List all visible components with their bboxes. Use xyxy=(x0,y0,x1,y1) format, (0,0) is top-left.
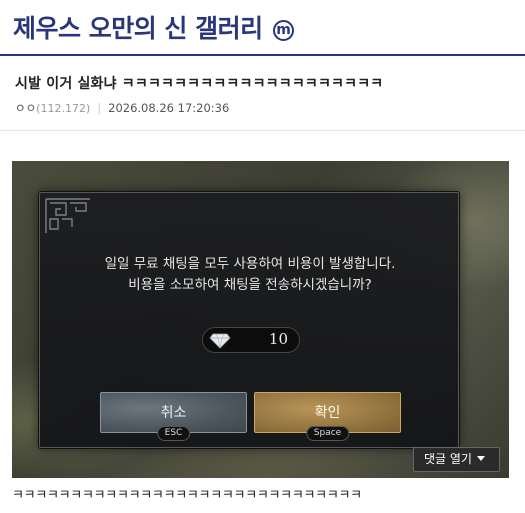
author-ip: (112.172) xyxy=(36,102,91,115)
confirm-button-label: 확인 xyxy=(314,405,341,421)
post-image: 일일 무료 채팅을 모두 사용하여 비용이 발생합니다. 비용을 소모하여 채팅… xyxy=(12,161,509,478)
cost-value: 10 xyxy=(268,330,288,348)
dialog-message: 일일 무료 채팅을 모두 사용하여 비용이 발생합니다. 비용을 소모하여 채팅… xyxy=(40,254,460,296)
cost-display: 10 xyxy=(202,327,300,353)
caret-down-icon xyxy=(476,456,485,461)
post-body-text: ㅋㅋㅋㅋㅋㅋㅋㅋㅋㅋㅋㅋㅋㅋㅋㅋㅋㅋㅋㅋㅋㅋㅋㅋㅋㅋㅋㅋㅋㅋ xyxy=(12,488,362,503)
gallery-title-text: 제우스 오만의 신 갤러리 xyxy=(13,14,263,43)
diamond-icon xyxy=(209,333,231,349)
post-meta: ㅇㅇ(112.172) | 2026.08.26 17:20:36 xyxy=(15,100,229,116)
game-dialog: 일일 무료 채팅을 모두 사용하여 비용이 발생합니다. 비용을 소모하여 채팅… xyxy=(39,192,459,448)
ornament-icon xyxy=(45,198,90,233)
dialog-message-line-2: 비용을 소모하여 채팅을 전송하시겠습니까? xyxy=(128,277,372,293)
confirm-button[interactable]: 확인 Space xyxy=(254,392,401,441)
open-comments-label: 댓글 열기 xyxy=(424,452,472,466)
author-name[interactable]: ㅇㅇ xyxy=(15,101,36,115)
cancel-button[interactable]: 취소 ESC xyxy=(100,392,247,441)
cancel-key-hint: ESC xyxy=(156,426,191,441)
open-comments-button[interactable]: 댓글 열기 xyxy=(413,447,500,472)
post-title: 시발 이거 실화냐 ㅋㅋㅋㅋㅋㅋㅋㅋㅋㅋㅋㅋㅋㅋㅋㅋㅋㅋㅋㅋ xyxy=(15,76,384,92)
meta-divider xyxy=(0,130,525,131)
meta-separator: | xyxy=(97,101,102,115)
gallery-header: 제우스 오만의 신 갤러리 m xyxy=(0,0,525,56)
gallery-title[interactable]: 제우스 오만의 신 갤러리 m xyxy=(13,9,294,45)
dialog-message-line-1: 일일 무료 채팅을 모두 사용하여 비용이 발생합니다. xyxy=(104,256,396,272)
post-date: 2026.08.26 17:20:36 xyxy=(108,101,230,115)
confirm-key-hint: Space xyxy=(305,426,350,441)
cancel-button-label: 취소 xyxy=(160,405,187,421)
minor-gallery-badge: m xyxy=(272,20,294,41)
